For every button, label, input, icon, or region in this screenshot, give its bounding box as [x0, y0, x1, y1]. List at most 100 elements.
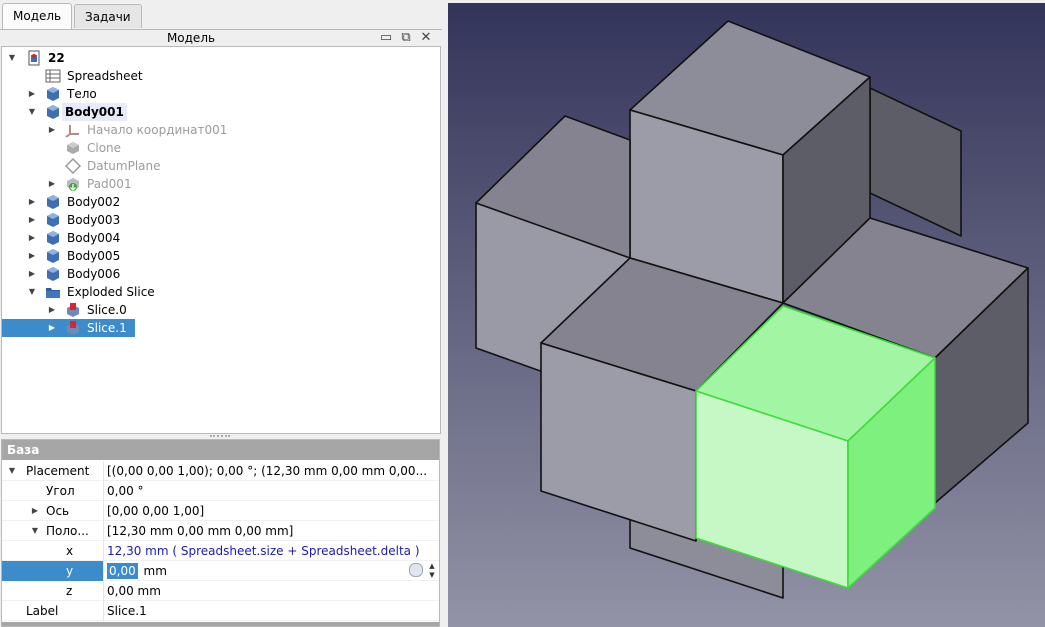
model-render[interactable]: [448, 3, 1045, 627]
tree-label: DatumPlane: [87, 159, 161, 173]
tree-item-slice1[interactable]: ▶ Slice.1: [2, 319, 135, 337]
tree-label: Body002: [67, 195, 121, 209]
tree-item-clone[interactable]: Clone: [2, 139, 440, 157]
y-value-input[interactable]: 0,00: [107, 563, 138, 579]
slice-icon: [65, 320, 81, 336]
property-value[interactable]: Slice.1: [107, 601, 439, 621]
tree-label: Body003: [67, 213, 121, 227]
document-icon: [26, 50, 42, 66]
tree-label: Pad001: [87, 177, 132, 191]
tree-item-slice0[interactable]: ▶ Slice.0: [2, 301, 440, 319]
property-value[interactable]: [(0,00 0,00 1,00); 0,00 °; (12,30 mm 0,0…: [107, 461, 439, 481]
tree-item-body006[interactable]: ▶ Body006: [2, 265, 440, 283]
tree-label: Body004: [67, 231, 121, 245]
property-row-x[interactable]: x 12,30 mm ( Spreadsheet.size + Spreadsh…: [2, 541, 439, 561]
property-name: y: [66, 564, 74, 578]
collapse-arrow-icon[interactable]: ▼: [27, 103, 37, 121]
folder-icon: [45, 284, 61, 300]
expand-arrow-icon[interactable]: ▶: [47, 175, 57, 193]
body-icon: [45, 248, 61, 264]
property-row-placement[interactable]: ▼ Placement [(0,00 0,00 1,00); 0,00 °; (1…: [2, 461, 439, 481]
property-name: Поло...: [46, 524, 89, 538]
clone-icon: [65, 140, 81, 156]
property-name: Label: [26, 604, 59, 618]
tree-label: Clone: [87, 141, 122, 155]
tree-label: Тело: [67, 87, 97, 101]
body-icon: [45, 104, 61, 120]
property-row-position[interactable]: ▼ Поло... [12,30 mm 0,00 mm 0,00 mm]: [2, 521, 439, 541]
tree-label: Slice.0: [87, 303, 127, 317]
tab-bar: Модель Задачи: [0, 0, 446, 30]
tab-tasks[interactable]: Задачи: [74, 4, 142, 28]
y-unit: mm: [143, 564, 167, 578]
property-name: Ось: [46, 504, 70, 518]
expand-arrow-icon[interactable]: ▶: [47, 301, 57, 319]
property-group-header: База: [2, 440, 439, 460]
tree-label: Начало координат001: [87, 123, 228, 137]
property-value[interactable]: [0,00 0,00 1,00]: [107, 501, 439, 521]
expand-arrow-icon[interactable]: ▶: [27, 211, 37, 229]
property-row-label[interactable]: Label Slice.1: [2, 601, 439, 621]
tree-item-document[interactable]: ▼ 22: [2, 49, 440, 67]
expand-arrow-icon[interactable]: ▶: [27, 247, 37, 265]
property-value-expression[interactable]: 12,30 mm ( Spreadsheet.size + Spreadshee…: [107, 541, 439, 561]
expand-arrow-icon[interactable]: ▶: [27, 265, 37, 283]
expand-arrow-icon[interactable]: ▶: [47, 319, 57, 337]
expand-arrow-icon[interactable]: ▶: [27, 85, 37, 103]
close-icon[interactable]: ✕: [418, 30, 434, 45]
tree-label: Body001: [62, 103, 127, 121]
tree-label: Slice.1: [87, 321, 127, 335]
tree-item-spreadsheet[interactable]: Spreadsheet: [2, 67, 440, 85]
next-group-header: [2, 622, 439, 626]
body-icon: [45, 230, 61, 246]
property-editor: База ▼ Placement [(0,00 0,00 1,00); 0,00 …: [1, 439, 440, 627]
restore-icon[interactable]: ▭: [378, 30, 394, 45]
tree-item-exploded-slice[interactable]: ▼ Exploded Slice: [2, 283, 440, 301]
tree-item-pad001[interactable]: ▶ Pad001: [2, 175, 440, 193]
tab-model[interactable]: Модель: [2, 3, 73, 29]
tree-item-origin[interactable]: ▶ Начало координат001: [2, 121, 440, 139]
tree-item-body002[interactable]: ▶ Body002: [2, 193, 440, 211]
expand-arrow-icon[interactable]: ▶: [47, 121, 57, 139]
model-tree: ▼ 22 Spreadsheet ▶ Тело ▼ Body001 ▶ Нача…: [1, 46, 441, 434]
tree-item-telo[interactable]: ▶ Тело: [2, 85, 440, 103]
property-row-angle[interactable]: Угол 0,00 °: [2, 481, 439, 501]
datum-plane-icon: [64, 157, 82, 175]
spinbox-arrows[interactable]: ▲ ▼: [426, 562, 438, 580]
tree-item-body001[interactable]: ▼ Body001: [2, 103, 440, 121]
spreadsheet-icon: [45, 68, 61, 84]
property-name: Угол: [46, 484, 75, 498]
tree-label: Body005: [67, 249, 121, 263]
body-icon: [45, 266, 61, 282]
panel-title: Модель: [166, 31, 216, 45]
expand-arrow-icon[interactable]: ▶: [30, 501, 40, 519]
body-icon: [45, 212, 61, 228]
collapse-arrow-icon[interactable]: ▼: [7, 461, 17, 479]
collapse-arrow-icon[interactable]: ▼: [27, 283, 37, 301]
tree-item-body004[interactable]: ▶ Body004: [2, 229, 440, 247]
origin-icon: [65, 122, 81, 138]
property-name: Placement: [26, 464, 90, 478]
tree-item-body005[interactable]: ▶ Body005: [2, 247, 440, 265]
tree-label: Exploded Slice: [67, 285, 155, 299]
property-value[interactable]: 0,00 °: [107, 481, 439, 501]
property-row-axis[interactable]: ▶ Ось [0,00 0,00 1,00]: [2, 501, 439, 521]
expand-arrow-icon[interactable]: ▶: [27, 229, 37, 247]
property-name: x: [66, 544, 74, 558]
collapse-arrow-icon[interactable]: ▼: [30, 521, 40, 539]
expand-arrow-icon[interactable]: ▶: [27, 193, 37, 211]
property-value[interactable]: [12,30 mm 0,00 mm 0,00 mm]: [107, 521, 439, 541]
tree-item-body003[interactable]: ▶ Body003: [2, 211, 440, 229]
3d-viewport[interactable]: [448, 3, 1045, 627]
property-row-z[interactable]: z 0,00 mm: [2, 581, 439, 601]
tree-item-datumplane[interactable]: DatumPlane: [2, 157, 440, 175]
expression-icon[interactable]: [409, 563, 423, 577]
slice-icon: [65, 302, 81, 318]
block-back-right-side: [869, 87, 962, 237]
property-row-y[interactable]: y 0,00 mm ▲ ▼: [2, 561, 439, 581]
body-icon: [45, 86, 61, 102]
expand-arrow-icon[interactable]: ▼: [7, 49, 17, 67]
property-value[interactable]: 0,00 mm: [107, 581, 439, 601]
left-panel: Модель Задачи Модель ▭ ⧉ ✕ ▼ 22 Spreadshee…: [0, 0, 446, 627]
float-icon[interactable]: ⧉: [398, 30, 414, 45]
